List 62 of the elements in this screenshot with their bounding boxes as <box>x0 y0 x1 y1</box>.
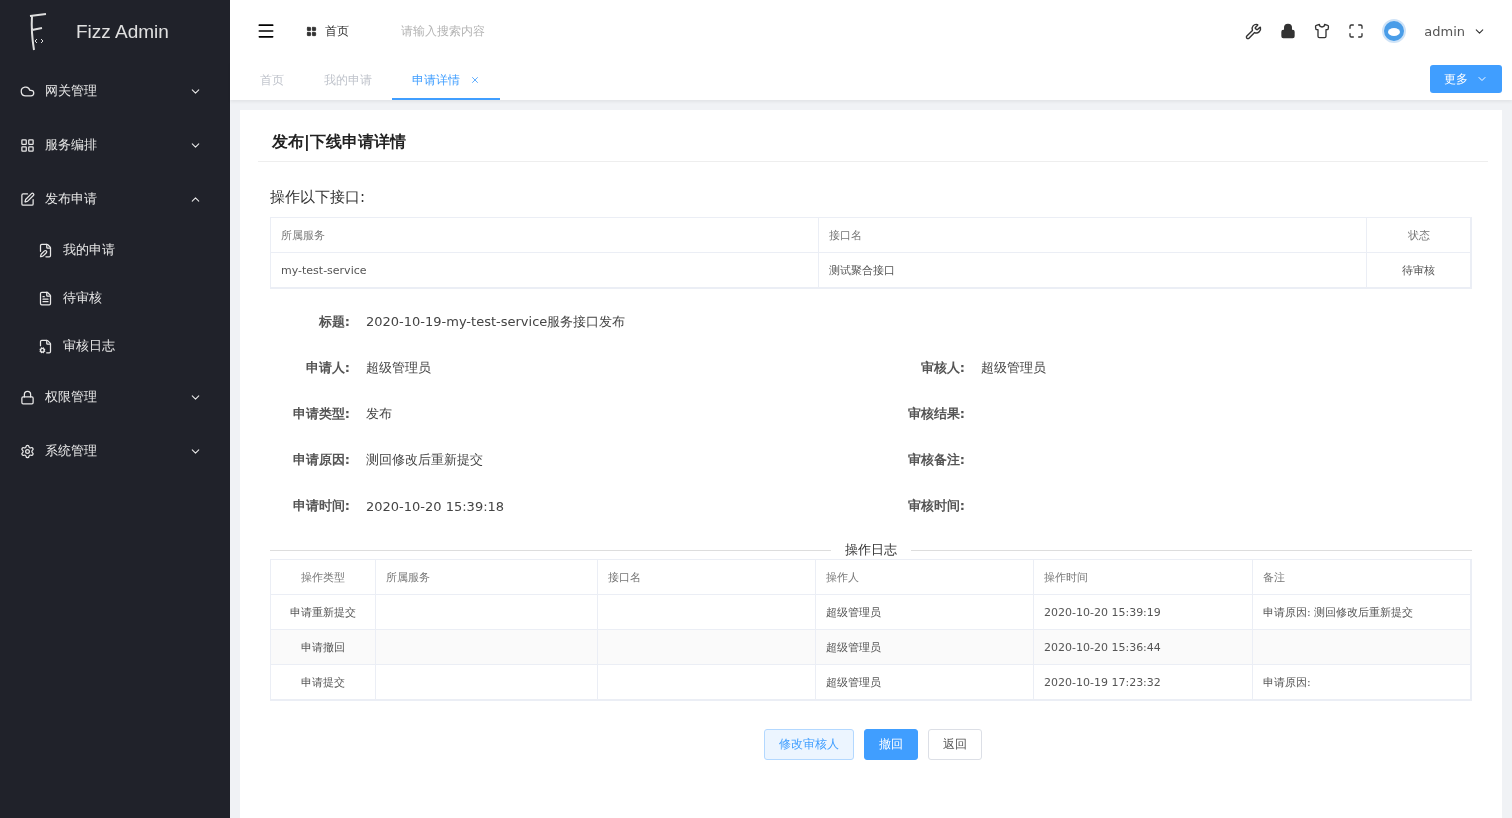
table-cell: 测试聚合接口 <box>819 253 1367 288</box>
shirt-icon[interactable] <box>1314 23 1331 39</box>
field-label: 审核结果: <box>906 405 965 423</box>
field-value: 2020-10-19-my-test-service服务接口发布 <box>366 313 626 331</box>
field-value: 超级管理员 <box>366 359 431 377</box>
column-header: 状态 <box>1367 218 1471 253</box>
document-icon <box>38 290 53 306</box>
column-header: 接口名 <box>598 560 816 595</box>
table-cell: 申请原因: <box>1253 665 1471 700</box>
table-cell: 2020-10-20 15:36:44 <box>1034 630 1253 665</box>
wrench-icon[interactable] <box>1245 22 1263 40</box>
table-cell: 申请撤回 <box>271 630 376 665</box>
field-label: 标题: <box>317 313 350 331</box>
sidebar-item[interactable]: 服务编排 <box>0 118 230 172</box>
sidebar-item[interactable]: 网关管理 <box>0 64 230 118</box>
sidebar-subitem[interactable]: 我的申请 <box>0 226 230 274</box>
column-header: 所属服务 <box>376 560 598 595</box>
document-icon <box>38 242 53 258</box>
field-label: 申请原因: <box>291 451 350 469</box>
table-cell: 2020-10-20 15:39:19 <box>1034 595 1253 630</box>
field-value: 发布 <box>366 405 392 423</box>
column-header: 操作类型 <box>271 560 376 595</box>
field-value: 超级管理员 <box>981 359 1046 377</box>
user-name[interactable]: admin <box>1424 23 1465 39</box>
page-title: 发布|下线申请详情 <box>258 130 1488 162</box>
column-header: 操作时间 <box>1034 560 1253 595</box>
table-cell: 申请重新提交 <box>271 595 376 630</box>
breadcrumb[interactable]: 首页 <box>325 22 349 40</box>
column-header: 所属服务 <box>271 218 819 253</box>
sidebar-item[interactable]: 发布申请 <box>0 172 230 226</box>
column-header: 备注 <box>1253 560 1471 595</box>
table-cell: 待审核 <box>1367 253 1471 288</box>
column-header: 操作人 <box>816 560 1034 595</box>
field-value: 2020-10-20 15:39:18 <box>366 498 505 514</box>
table-cell: 超级管理员 <box>816 630 1034 665</box>
section-heading: 操作日志 <box>845 541 897 559</box>
fullscreen-icon[interactable] <box>1348 23 1365 39</box>
field-label: 审核备注: <box>906 451 965 469</box>
sidebar-item[interactable]: 权限管理 <box>0 370 230 424</box>
field-label: 审核人: <box>919 359 965 377</box>
field-label: 申请人: <box>304 359 350 377</box>
table-cell: 超级管理员 <box>816 665 1034 700</box>
field-label: 审核时间: <box>906 497 965 515</box>
field-label: 申请类型: <box>291 405 350 423</box>
app-name: Fizz Admin <box>76 21 169 43</box>
lock-icon[interactable] <box>1280 23 1297 39</box>
sidebar-subitem[interactable]: 待审核 <box>0 274 230 322</box>
sidebar-item[interactable]: 系统管理 <box>0 424 230 478</box>
section-heading: 操作以下接口: <box>270 188 367 207</box>
table-cell: 申请原因: 测回修改后重新提交 <box>1253 595 1471 630</box>
avatar-icon[interactable] <box>1382 19 1407 43</box>
column-header: 接口名 <box>819 218 1367 253</box>
table-cell: my-test-service <box>271 253 819 288</box>
document-icon <box>38 338 53 354</box>
table-cell: 2020-10-19 17:23:32 <box>1034 665 1253 700</box>
field-value: 测回修改后重新提交 <box>366 451 483 469</box>
back-button[interactable]: 返回 <box>928 729 982 760</box>
grid-icon <box>306 25 317 37</box>
table-cell: 超级管理员 <box>816 595 1034 630</box>
table-cell: 申请提交 <box>271 665 376 700</box>
field-label: 申请时间: <box>291 497 350 515</box>
sidebar-subitem[interactable]: 审核日志 <box>0 322 230 370</box>
